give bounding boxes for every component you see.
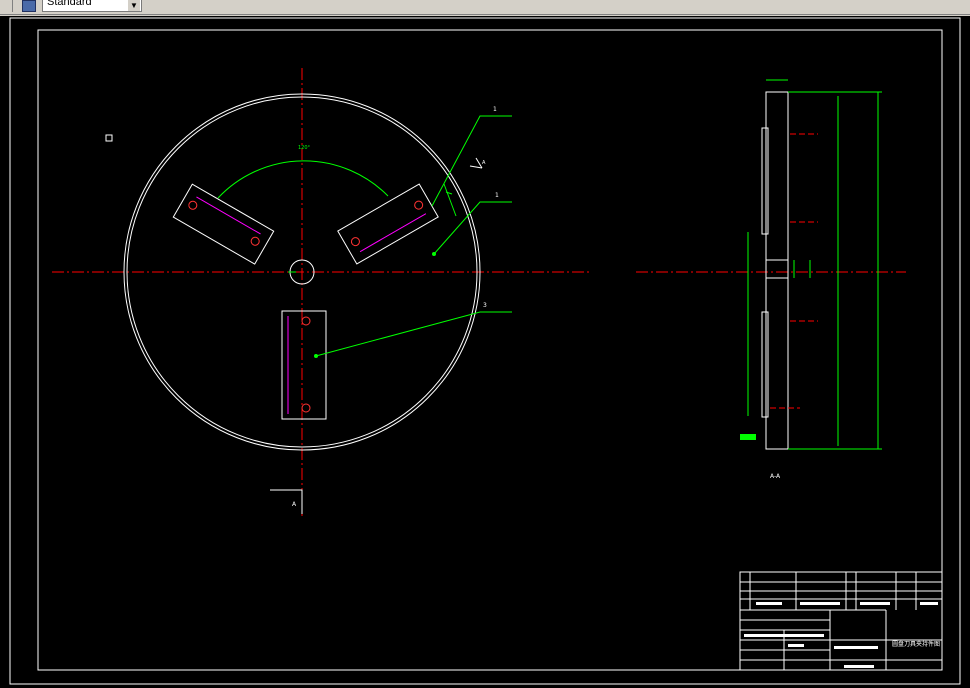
inner-border [37,29,943,671]
section-body [765,91,789,450]
leader-1 [431,115,512,207]
text-style-dropdown[interactable]: Standard ▼ [42,0,142,12]
right-holder-outline [337,183,439,265]
section-marker [270,489,303,514]
toolbar-button[interactable] [0,0,13,12]
text-style-value: Standard [47,0,92,8]
point-marker [105,134,113,142]
right-holder-edge [359,213,427,253]
angle-dimension-text: 120° [298,145,311,151]
part-label-1: 1 [493,106,497,113]
leader-2 [433,201,512,255]
bottom-blade-holder [281,310,327,420]
outer-border [9,17,961,685]
left-blade-holder [172,183,275,265]
section-label-top: A [482,160,486,166]
cad-drawing: 120° 1 1 3 A A A-A 圆盘刀具夹持件图 [9,17,961,685]
drawing-canvas[interactable]: 120° 1 1 3 A A A-A 圆盘刀具夹持件图 [0,16,970,688]
chevron-down-icon[interactable]: ▼ [128,0,140,11]
angle-dimension-arc [217,160,389,199]
title-block-fills [744,602,938,668]
drawing-name: 圆盘刀具夹持件图 [892,640,940,648]
part-label-3: 3 [483,302,487,309]
left-holder-edge [196,196,261,235]
leader-3 [315,311,512,357]
section-label-bottom: A [292,501,297,508]
bottom-holder-outline [281,310,327,420]
right-blade-holder [337,183,439,265]
surface-mark [740,434,756,440]
text-style-icon[interactable] [22,0,36,12]
title-block [739,571,943,671]
section-view-title: A-A [770,473,781,480]
part-label-2: 1 [495,192,499,199]
toolbar: Standard ▼ [0,0,970,15]
left-holder-outline [172,183,275,265]
